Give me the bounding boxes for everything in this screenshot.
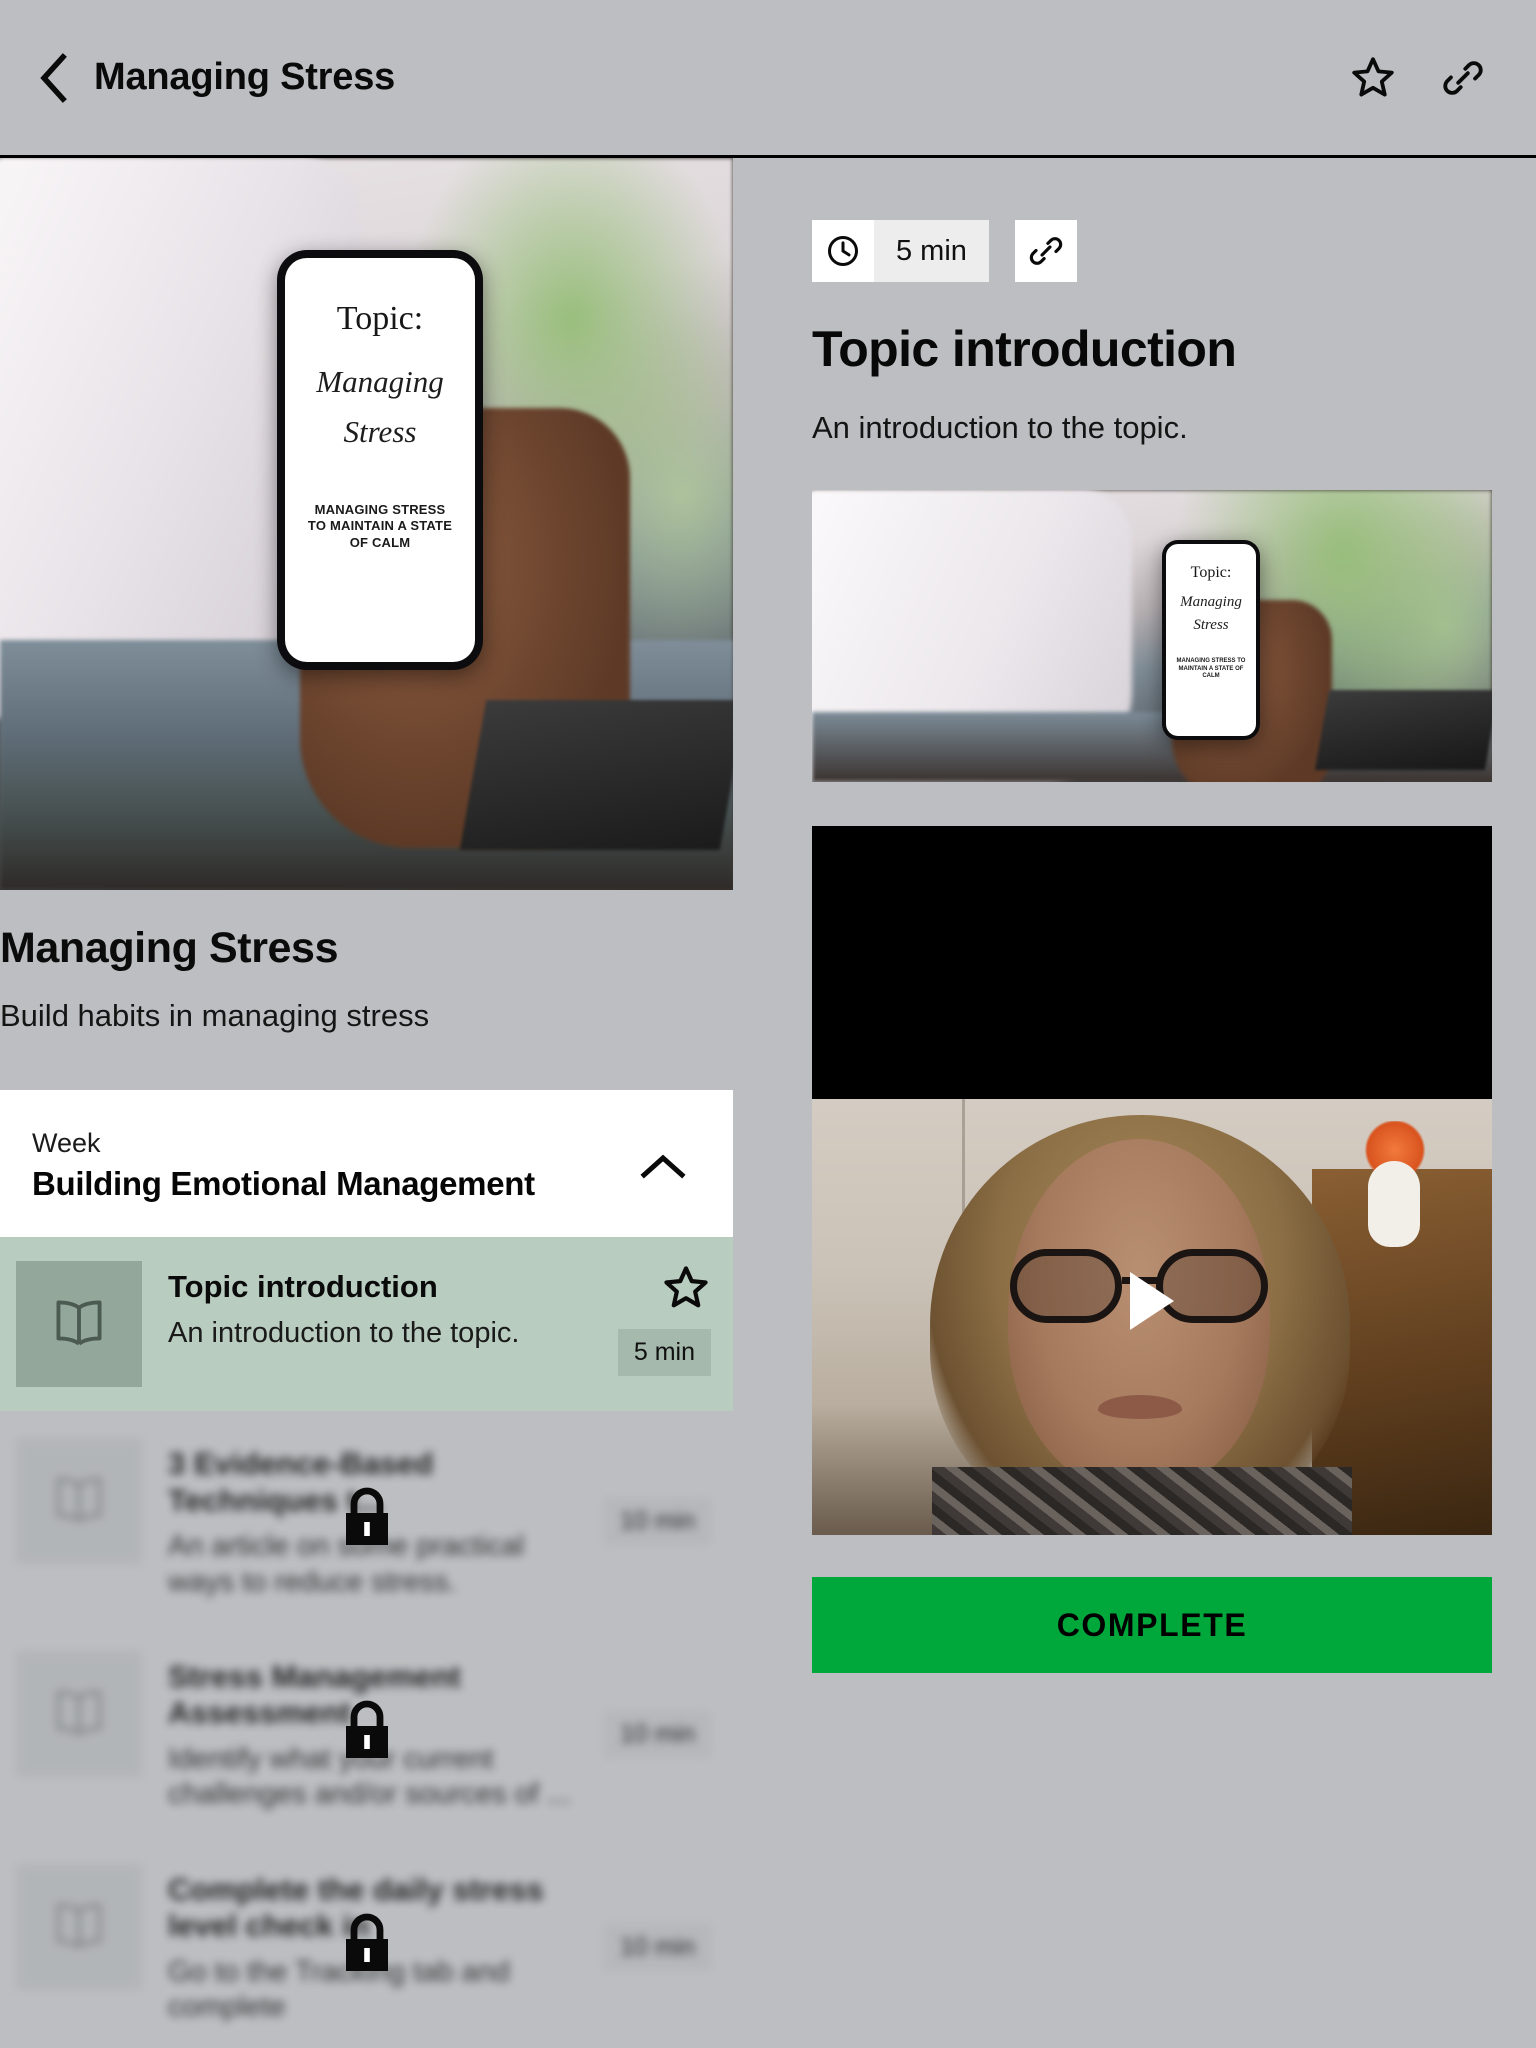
book-icon (56, 1690, 102, 1736)
topic-detail-title: Topic introduction (812, 321, 1237, 377)
course-outline-panel: Topic: Managing Stress MANAGING STRESS T… (0, 158, 733, 2048)
week-collapse-toggle[interactable] (633, 1136, 693, 1196)
book-icon (56, 1903, 102, 1949)
topic-lock-overlay (332, 1906, 402, 1984)
topic-duration-badge: 10 min (603, 1498, 711, 1545)
link-icon (1029, 237, 1063, 265)
topic-meta: 10 min (581, 1651, 711, 1758)
lock-icon (345, 1487, 388, 1545)
duration-chip: 5 min (812, 220, 989, 282)
lock-icon (345, 1913, 388, 1971)
video-letterbox (812, 826, 1492, 1099)
hero-phone-script-line1: Managing (316, 364, 444, 399)
clock-icon-wrap (812, 220, 874, 282)
duration-value: 5 min (874, 220, 989, 282)
book-icon (56, 1300, 102, 1346)
topic-row[interactable]: Stress Management Assessment Identify wh… (0, 1626, 733, 1840)
video-player[interactable] (812, 826, 1492, 1535)
thumbnail-phone-screen: Topic: Managing Stress MANAGING STRESS T… (1166, 544, 1256, 736)
topic-thumbnail-image: Topic: Managing Stress MANAGING STRESS T… (812, 490, 1492, 782)
back-button[interactable] (22, 47, 84, 109)
app-bar: Managing Stress (0, 0, 1536, 158)
thumbnail-phone-topic-label: Topic: (1190, 564, 1232, 581)
topic-thumbnail (16, 1261, 142, 1387)
topic-meta-row: 5 min (812, 220, 1492, 282)
hero-phone-caption: MANAGING STRESS TO MAINTAIN A STATE OF C… (307, 502, 453, 550)
week-heading-text: Week Building Emotional Management (32, 1128, 535, 1203)
topic-thumbnail (16, 1650, 142, 1777)
topic-text: Topic introduction An introduction to th… (142, 1261, 581, 1351)
topic-row[interactable]: Complete the daily stress level check in… (0, 1839, 733, 2048)
lock-icon (345, 1700, 388, 1758)
course-hero-image: Topic: Managing Stress MANAGING STRESS T… (0, 158, 733, 890)
week-label: Week (32, 1128, 101, 1158)
course-info: Managing Stress Build habits in managing… (0, 890, 733, 1034)
topic-meta: 10 min (581, 1864, 711, 1971)
hero-phone-script-line2: Stress (343, 414, 417, 449)
link-icon (1443, 60, 1483, 95)
chevron-up-icon (640, 1154, 686, 1179)
thumbnail-phone: Topic: Managing Stress MANAGING STRESS T… (1162, 540, 1260, 740)
course-subtitle: Build habits in managing stress (0, 998, 430, 1033)
star-outline-icon[interactable] (661, 1263, 711, 1313)
hero-keyboard (459, 700, 733, 850)
hero-phone-screen: Topic: Managing Stress MANAGING STRESS T… (285, 258, 475, 662)
complete-button[interactable]: COMPLETE (812, 1577, 1492, 1673)
topic-meta: 5 min (581, 1261, 711, 1376)
hero-phone: Topic: Managing Stress MANAGING STRESS T… (277, 250, 483, 670)
thumbnail-keyboard (1314, 690, 1492, 770)
page-title: Managing Stress (94, 56, 396, 98)
app-bar-actions (1346, 51, 1490, 105)
video-person-shirt (932, 1467, 1352, 1535)
week-name: Building Emotional Management (32, 1165, 535, 1202)
thumbnail-phone-caption: MANAGING STRESS TO MAINTAIN A STATE OF C… (1176, 658, 1246, 679)
course-title: Managing Stress (0, 924, 339, 972)
thumbnail-phone-script-line1: Managing (1180, 594, 1242, 610)
topic-duration-badge: 5 min (617, 1329, 711, 1376)
topic-detail-panel: 5 min Topic introduction An introduction… (812, 158, 1492, 1673)
topic-row[interactable]: 3 Evidence-Based Techniques t... An arti… (0, 1414, 733, 1627)
star-outline-icon (1352, 56, 1394, 96)
chevron-left-icon (40, 52, 67, 103)
video-person-mouth (1098, 1395, 1182, 1419)
topic-name: Topic introduction (168, 1269, 438, 1304)
topic-duration-badge: 10 min (603, 1710, 711, 1758)
topic-detail-description: An introduction to the topic. (812, 410, 1188, 445)
topic-row[interactable]: Topic introduction An introduction to th… (0, 1237, 733, 1414)
clock-icon (828, 236, 858, 266)
thumbnail-phone-script-line2: Stress (1193, 617, 1229, 633)
week-accordion-header[interactable]: Week Building Emotional Management (0, 1090, 733, 1237)
topic-description: An introduction to the topic. (168, 1316, 520, 1349)
share-link-button[interactable] (1436, 51, 1490, 105)
topic-lock-overlay (332, 1693, 402, 1771)
favorite-button[interactable] (1346, 51, 1400, 105)
app-root: Managing Stress Topic: Managing Stress M… (0, 0, 1536, 2048)
topic-lock-overlay (332, 1480, 402, 1558)
topic-duration-badge: 10 min (603, 1923, 711, 1971)
video-vase (1368, 1161, 1420, 1247)
glasses-left-lens (1010, 1249, 1122, 1323)
topic-meta: 10 min (581, 1438, 711, 1545)
play-icon[interactable] (1130, 1272, 1174, 1330)
hero-phone-topic-label: Topic: (336, 300, 424, 337)
topic-thumbnail (16, 1863, 142, 1990)
copy-link-button[interactable] (1014, 220, 1077, 282)
topic-thumbnail (16, 1438, 142, 1564)
book-icon (56, 1477, 102, 1523)
